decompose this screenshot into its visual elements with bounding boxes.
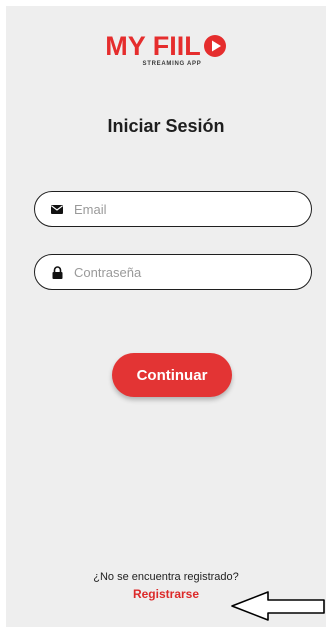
login-screen: MY FIIL STREAMING APP Iniciar Sesión Ema… [6,6,326,627]
email-field-container[interactable] [34,191,312,227]
password-field[interactable] [72,263,296,281]
logo-wordmark: MY FIIL [105,32,227,60]
continue-button[interactable]: Continuar [112,353,232,397]
logo-tagline: STREAMING APP [142,61,202,67]
email-field[interactable] [72,200,296,218]
register-question: ¿No se encuentra registrado? [93,571,239,583]
page-title: Iniciar Sesión [107,116,225,136]
play-icon [203,34,227,58]
envelope-icon [50,202,64,216]
arrow-left-icon [230,589,326,628]
lock-icon [50,265,64,279]
password-field-container[interactable] [34,254,312,290]
app-logo: MY FIIL STREAMING APP [6,32,326,67]
logo-text: MY FIIL [105,31,201,61]
